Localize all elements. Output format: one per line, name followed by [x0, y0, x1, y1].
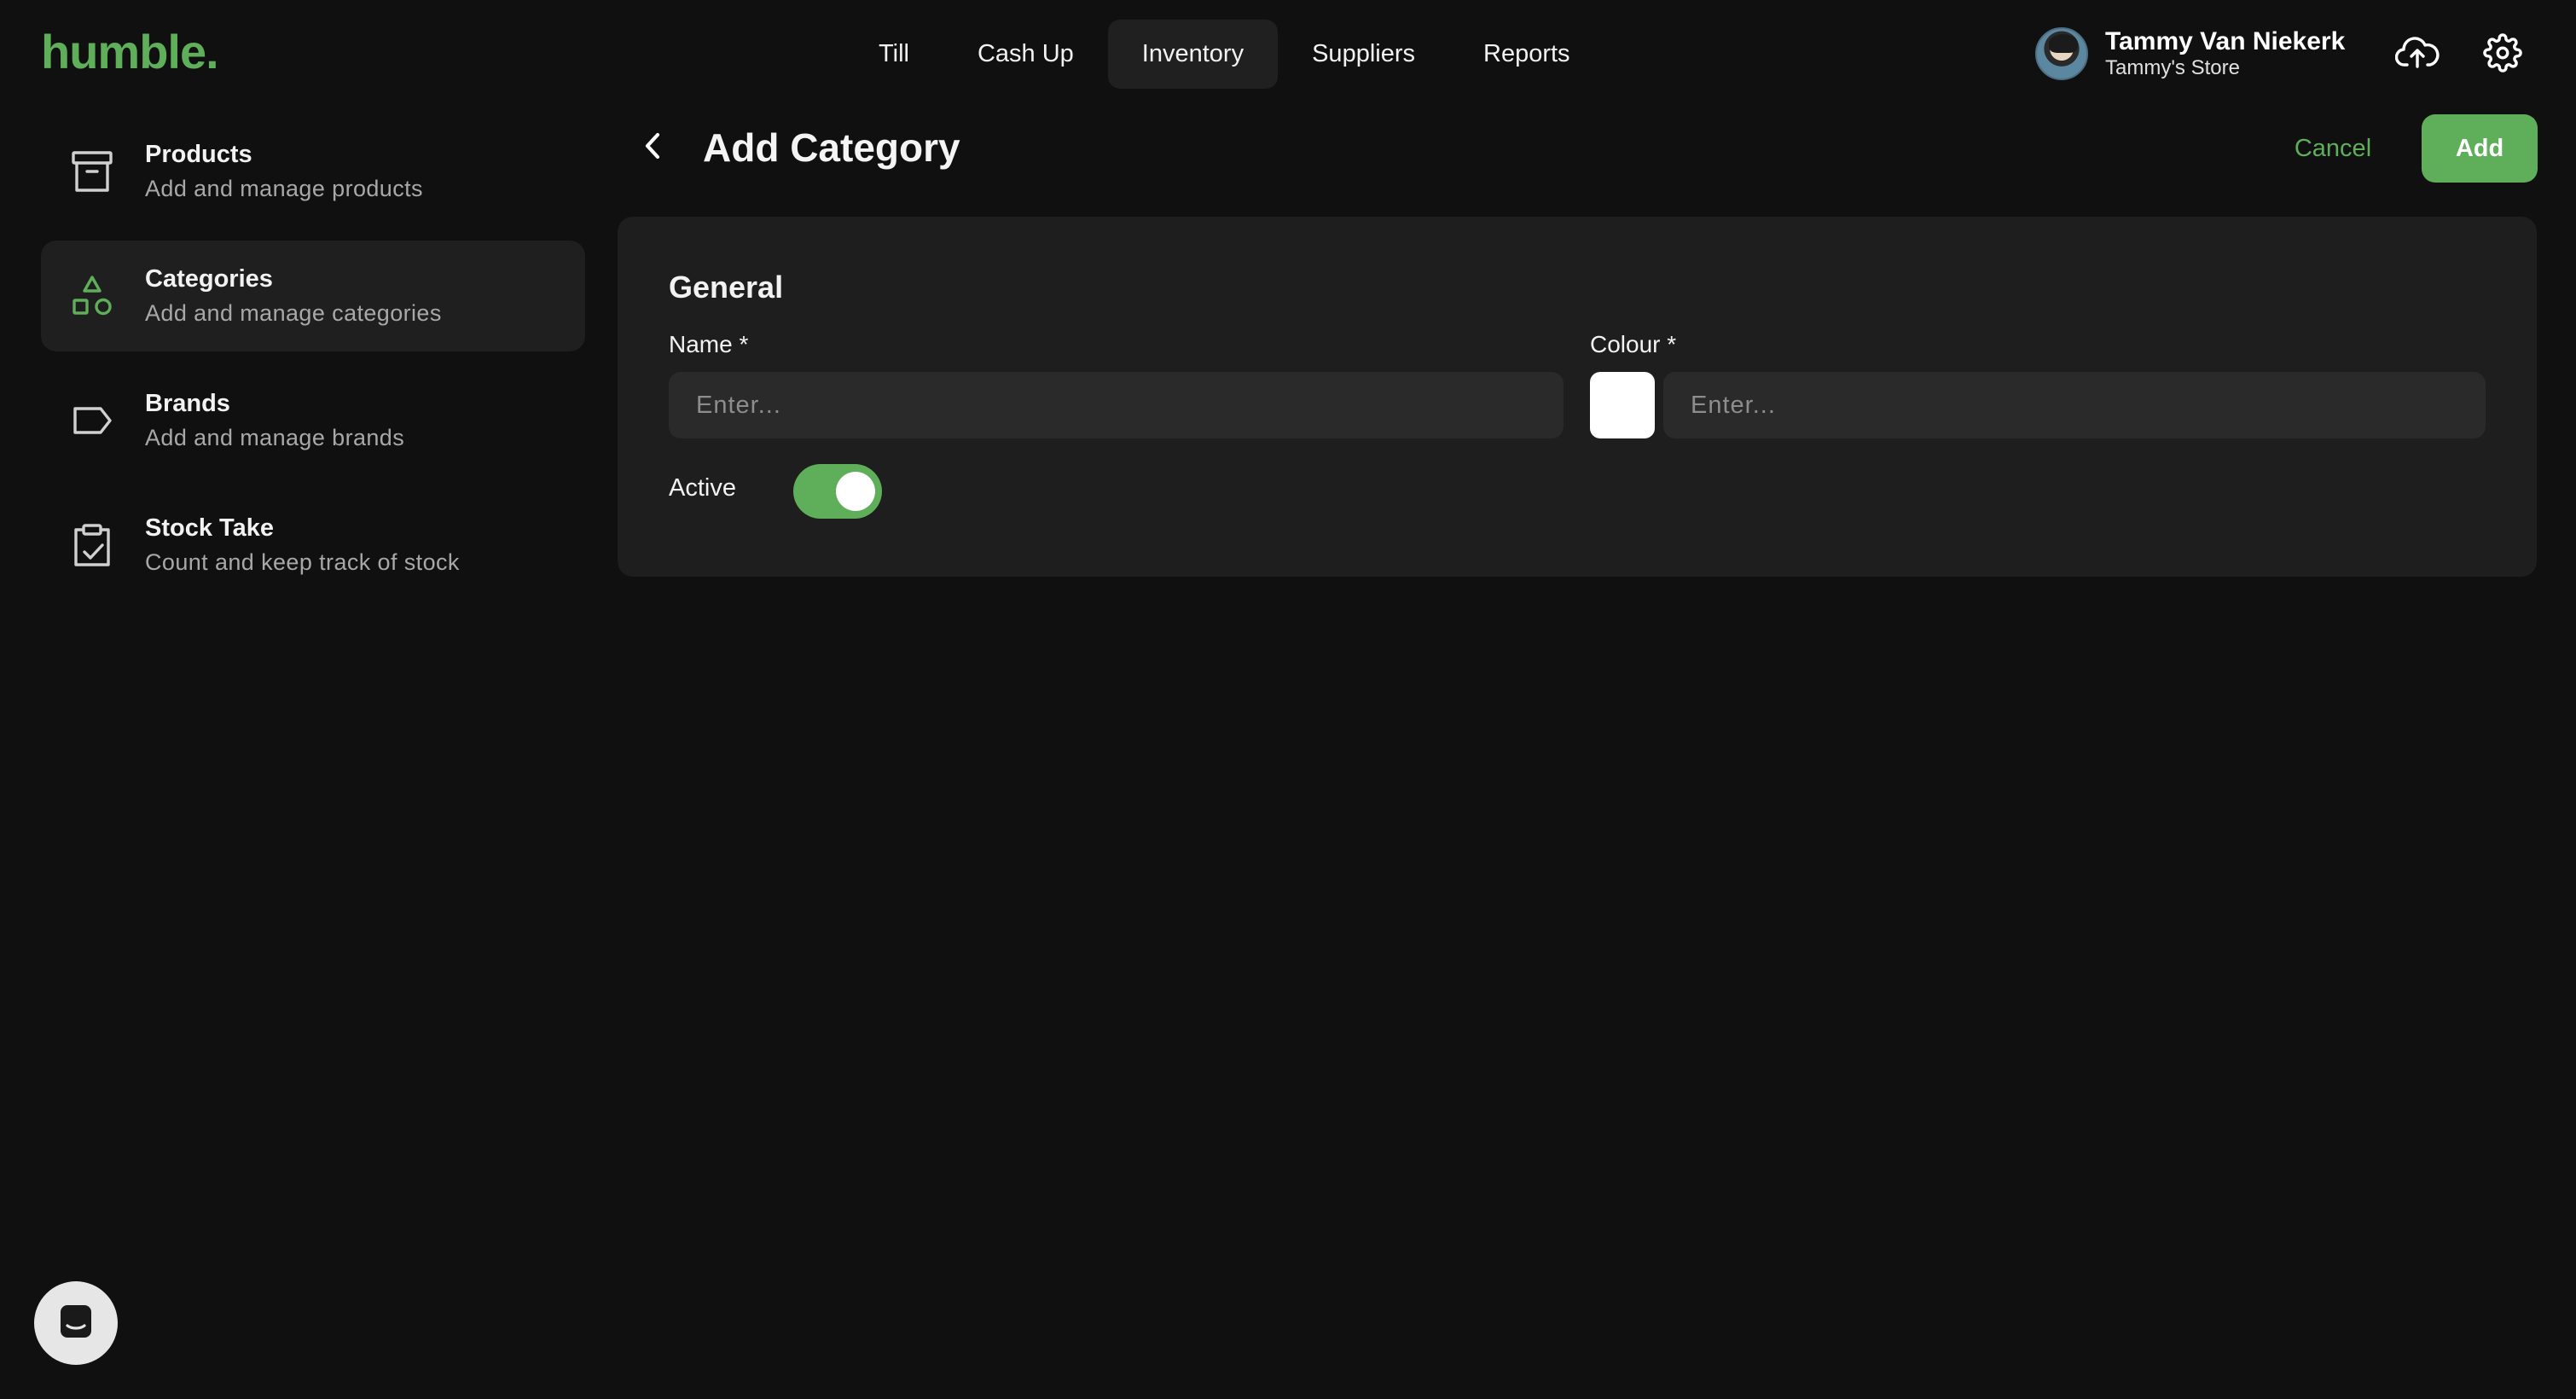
sidebar-item-subtitle: Count and keep track of stock [145, 549, 460, 575]
active-label: Active [669, 474, 736, 502]
humble-logo[interactable]: humble. [41, 24, 219, 79]
sidebar-item-title: Categories [145, 265, 273, 293]
chat-button[interactable] [34, 1281, 118, 1365]
colour-input[interactable] [1663, 372, 2486, 438]
sidebar: Products Add and manage products Categor… [41, 116, 585, 614]
shapes-icon [70, 274, 114, 318]
tab-inventory[interactable]: Inventory [1107, 20, 1279, 89]
toggle-knob [836, 472, 875, 511]
tag-icon [70, 398, 114, 443]
sidebar-item-stock-take[interactable]: Stock Take Count and keep track of stock [41, 490, 585, 601]
name-input[interactable] [669, 372, 1564, 438]
sidebar-item-title: Brands [145, 390, 230, 417]
user-name: Tammy Van Niekerk [2105, 27, 2346, 55]
tab-cash-up[interactable]: Cash Up [943, 20, 1108, 89]
sidebar-item-products[interactable]: Products Add and manage products [41, 116, 585, 227]
sidebar-item-subtitle: Add and manage categories [145, 300, 442, 326]
tab-till[interactable]: Till [844, 20, 943, 89]
name-label: Name * [669, 331, 749, 357]
profile-text: Tammy Van Niekerk Tammy's Store [2105, 27, 2345, 80]
store-name: Tammy's Store [2105, 56, 2240, 79]
colour-label: Colour * [1590, 331, 1677, 357]
app-window: humble. Till Cash Up Inventory Suppliers… [0, 0, 2576, 1399]
sidebar-item-title: Stock Take [145, 514, 274, 542]
sidebar-item-categories[interactable]: Categories Add and manage categories [41, 241, 585, 351]
sidebar-item-subtitle: Add and manage brands [145, 425, 405, 450]
gear-icon[interactable] [2479, 29, 2527, 77]
clipboard-check-icon [70, 523, 114, 567]
top-navigation: Till Cash Up Inventory Suppliers Reports [844, 20, 1604, 89]
archive-box-icon [70, 149, 114, 194]
sidebar-item-title: Products [145, 141, 252, 168]
cloud-upload-icon[interactable] [2393, 29, 2441, 77]
tab-reports[interactable]: Reports [1449, 20, 1604, 89]
chevron-left-icon [640, 131, 665, 165]
section-title: General [669, 270, 784, 305]
sidebar-item-subtitle: Add and manage products [145, 176, 423, 201]
sidebar-item-brands[interactable]: Brands Add and manage brands [41, 365, 585, 476]
tab-suppliers[interactable]: Suppliers [1278, 20, 1449, 89]
avatar [2035, 27, 2088, 80]
page-title: Add Category [703, 125, 960, 170]
user-profile[interactable]: Tammy Van Niekerk Tammy's Store [2035, 26, 2345, 82]
cancel-button[interactable]: Cancel [2269, 116, 2397, 181]
colour-swatch[interactable] [1590, 372, 1655, 438]
active-toggle[interactable] [793, 464, 882, 519]
add-button[interactable]: Add [2422, 114, 2538, 183]
chat-icon [57, 1303, 95, 1344]
back-button[interactable] [631, 126, 674, 169]
general-form-card: General Name * Colour * Active [618, 217, 2537, 577]
